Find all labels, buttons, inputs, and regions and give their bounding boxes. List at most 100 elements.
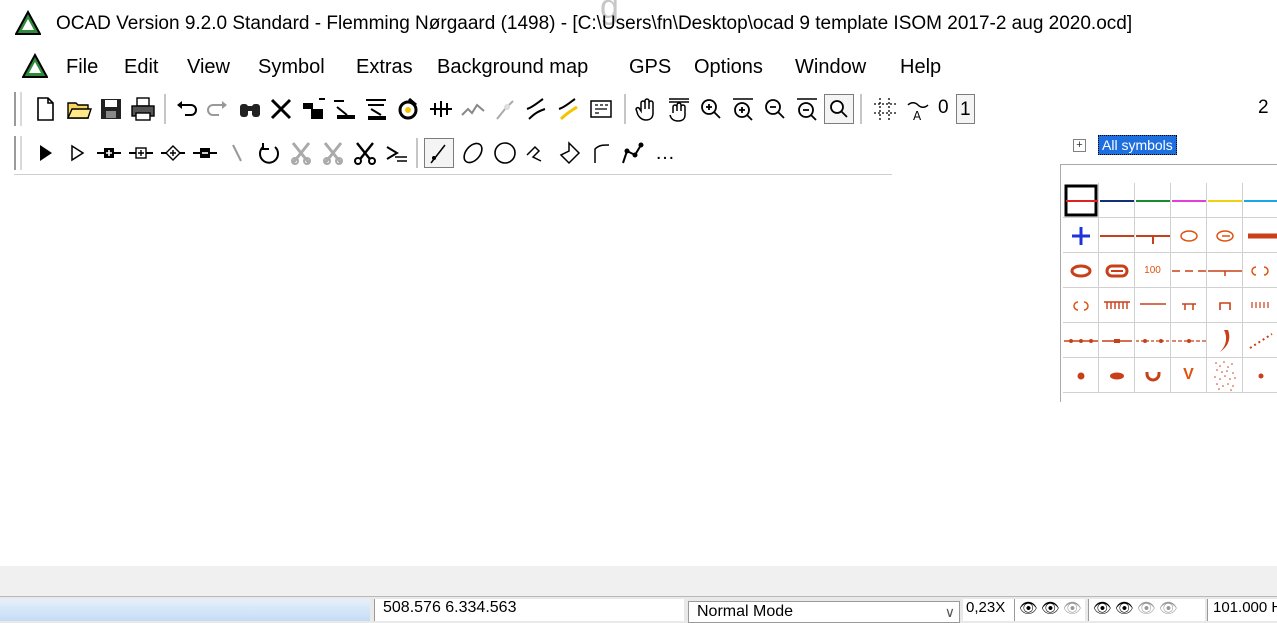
polygon-icon[interactable] xyxy=(554,138,584,168)
open-folder-icon[interactable] xyxy=(64,94,94,124)
symbol-cell[interactable] xyxy=(1135,323,1171,358)
move-icon[interactable] xyxy=(330,94,360,124)
tree-expander[interactable]: + xyxy=(1073,139,1086,152)
symbol-cell[interactable] xyxy=(1135,288,1171,323)
number-button-2[interactable]: 2 xyxy=(1258,97,1269,119)
freehand-icon[interactable] xyxy=(618,138,648,168)
eye-icon[interactable]: 👁 xyxy=(1019,599,1038,617)
print-icon[interactable] xyxy=(128,94,158,124)
corner-point-icon[interactable] xyxy=(158,138,188,168)
symbol-cell[interactable]: 100 xyxy=(1135,253,1171,288)
grid-icon[interactable] xyxy=(870,94,900,124)
remove-point-icon[interactable] xyxy=(190,138,220,168)
zoom-in-icon[interactable] xyxy=(696,94,726,124)
mode-select[interactable]: Normal Mode ∨ xyxy=(688,601,960,623)
symbol-cell[interactable] xyxy=(1207,253,1243,288)
scissors-icon[interactable] xyxy=(350,138,380,168)
ellipse-icon[interactable] xyxy=(458,138,488,168)
stretch-icon[interactable] xyxy=(426,94,456,124)
eye-icon[interactable]: 👁 xyxy=(1115,599,1134,617)
menu-options[interactable]: Options xyxy=(694,56,763,79)
move-parallel-icon[interactable] xyxy=(362,94,392,124)
toolbar-grip[interactable] xyxy=(14,136,22,170)
symbol-cell[interactable] xyxy=(1099,253,1135,288)
symbol-cell[interactable] xyxy=(1063,323,1099,358)
more-icon[interactable]: … xyxy=(650,138,680,168)
zoom-out-icon[interactable] xyxy=(760,94,790,124)
all-symbols-node[interactable]: All symbols xyxy=(1098,135,1177,155)
delete-icon[interactable] xyxy=(266,94,296,124)
cut-icon[interactable] xyxy=(298,94,328,124)
chevron-down-icon[interactable]: ∨ xyxy=(945,602,955,622)
symbol-cell[interactable] xyxy=(1171,253,1207,288)
symbol-cell[interactable] xyxy=(1171,218,1207,253)
menu-file[interactable]: File xyxy=(66,56,98,79)
symbol-cell[interactable] xyxy=(1171,323,1207,358)
menu-symbol[interactable]: Symbol xyxy=(258,56,325,79)
edit-point-icon[interactable] xyxy=(62,138,92,168)
symbol-cell[interactable]: V xyxy=(1171,358,1207,393)
find-icon[interactable] xyxy=(235,94,265,124)
edit-object-icon[interactable] xyxy=(30,138,60,168)
menu-edit[interactable]: Edit xyxy=(124,56,158,79)
cut-area-icon[interactable] xyxy=(318,138,348,168)
join-icon[interactable] xyxy=(490,94,520,124)
eye-icon[interactable]: 👁 xyxy=(1063,599,1082,617)
symbol-cell[interactable] xyxy=(1063,218,1099,253)
symbol-cell[interactable] xyxy=(1063,358,1099,393)
symbol-cell[interactable] xyxy=(1243,253,1277,288)
grid-map-icon[interactable] xyxy=(586,94,616,124)
eye-icon[interactable]: 👁 xyxy=(1093,599,1112,617)
menu-gps[interactable]: GPS xyxy=(629,56,671,79)
hand-pan-icon[interactable] xyxy=(632,94,662,124)
symbol-cell[interactable] xyxy=(1207,183,1243,218)
symbol-cell[interactable] xyxy=(1171,288,1207,323)
symbol-cell[interactable] xyxy=(1243,218,1277,253)
symbol-cell[interactable] xyxy=(1135,358,1171,393)
symbol-cell[interactable] xyxy=(1099,183,1135,218)
rotate-object-icon[interactable] xyxy=(254,138,284,168)
menu-window[interactable]: Window xyxy=(795,56,866,79)
symbol-cell[interactable] xyxy=(1243,323,1277,358)
symbol-cell[interactable] xyxy=(1243,358,1277,393)
rotate-icon[interactable] xyxy=(394,94,424,124)
symbol-cell[interactable] xyxy=(1135,183,1171,218)
circle-icon[interactable] xyxy=(490,138,520,168)
menu-extras[interactable]: Extras xyxy=(356,56,413,79)
symbol-cell[interactable] xyxy=(1207,323,1243,358)
zoom-all-icon[interactable] xyxy=(824,94,854,124)
symbol-cell[interactable] xyxy=(1063,288,1099,323)
rectangle-icon[interactable] xyxy=(522,138,552,168)
new-file-icon[interactable] xyxy=(30,94,60,124)
zoom-out-window-icon[interactable] xyxy=(792,94,822,124)
toolbar-grip[interactable] xyxy=(14,92,22,126)
eye-icon[interactable]: 👁 xyxy=(1159,599,1178,617)
eye-icon[interactable]: 👁 xyxy=(1041,599,1060,617)
cut-hole-icon[interactable] xyxy=(286,138,316,168)
symbol-cell[interactable] xyxy=(1099,323,1135,358)
number-button-1[interactable]: 1 xyxy=(956,94,975,124)
hand-pan-2-icon[interactable] xyxy=(664,94,694,124)
symbol-cell[interactable] xyxy=(1207,288,1243,323)
symbol-cell[interactable] xyxy=(1243,183,1277,218)
save-icon[interactable] xyxy=(96,94,126,124)
cut-line-icon[interactable] xyxy=(222,138,252,168)
menu-view[interactable]: View xyxy=(187,56,230,79)
menu-background-map[interactable]: Background map xyxy=(437,56,588,79)
mirror-icon[interactable] xyxy=(458,94,488,124)
bridge-icon[interactable] xyxy=(522,94,552,124)
symbol-cell[interactable] xyxy=(1063,183,1099,218)
undo-icon[interactable] xyxy=(172,94,202,124)
zoom-in-window-icon[interactable] xyxy=(728,94,758,124)
symbol-cell[interactable] xyxy=(1099,288,1135,323)
text-icon[interactable]: A xyxy=(902,94,932,124)
curve-mode-icon[interactable] xyxy=(424,138,454,168)
straight-line-icon[interactable] xyxy=(586,138,616,168)
menu-help[interactable]: Help xyxy=(900,56,941,79)
symbol-cell[interactable] xyxy=(1099,358,1135,393)
fill-icon[interactable] xyxy=(382,138,412,168)
eye-icon[interactable]: 👁 xyxy=(1137,599,1156,617)
insert-point-icon[interactable] xyxy=(126,138,156,168)
measure-icon[interactable] xyxy=(554,94,584,124)
symbol-cell[interactable] xyxy=(1135,218,1171,253)
